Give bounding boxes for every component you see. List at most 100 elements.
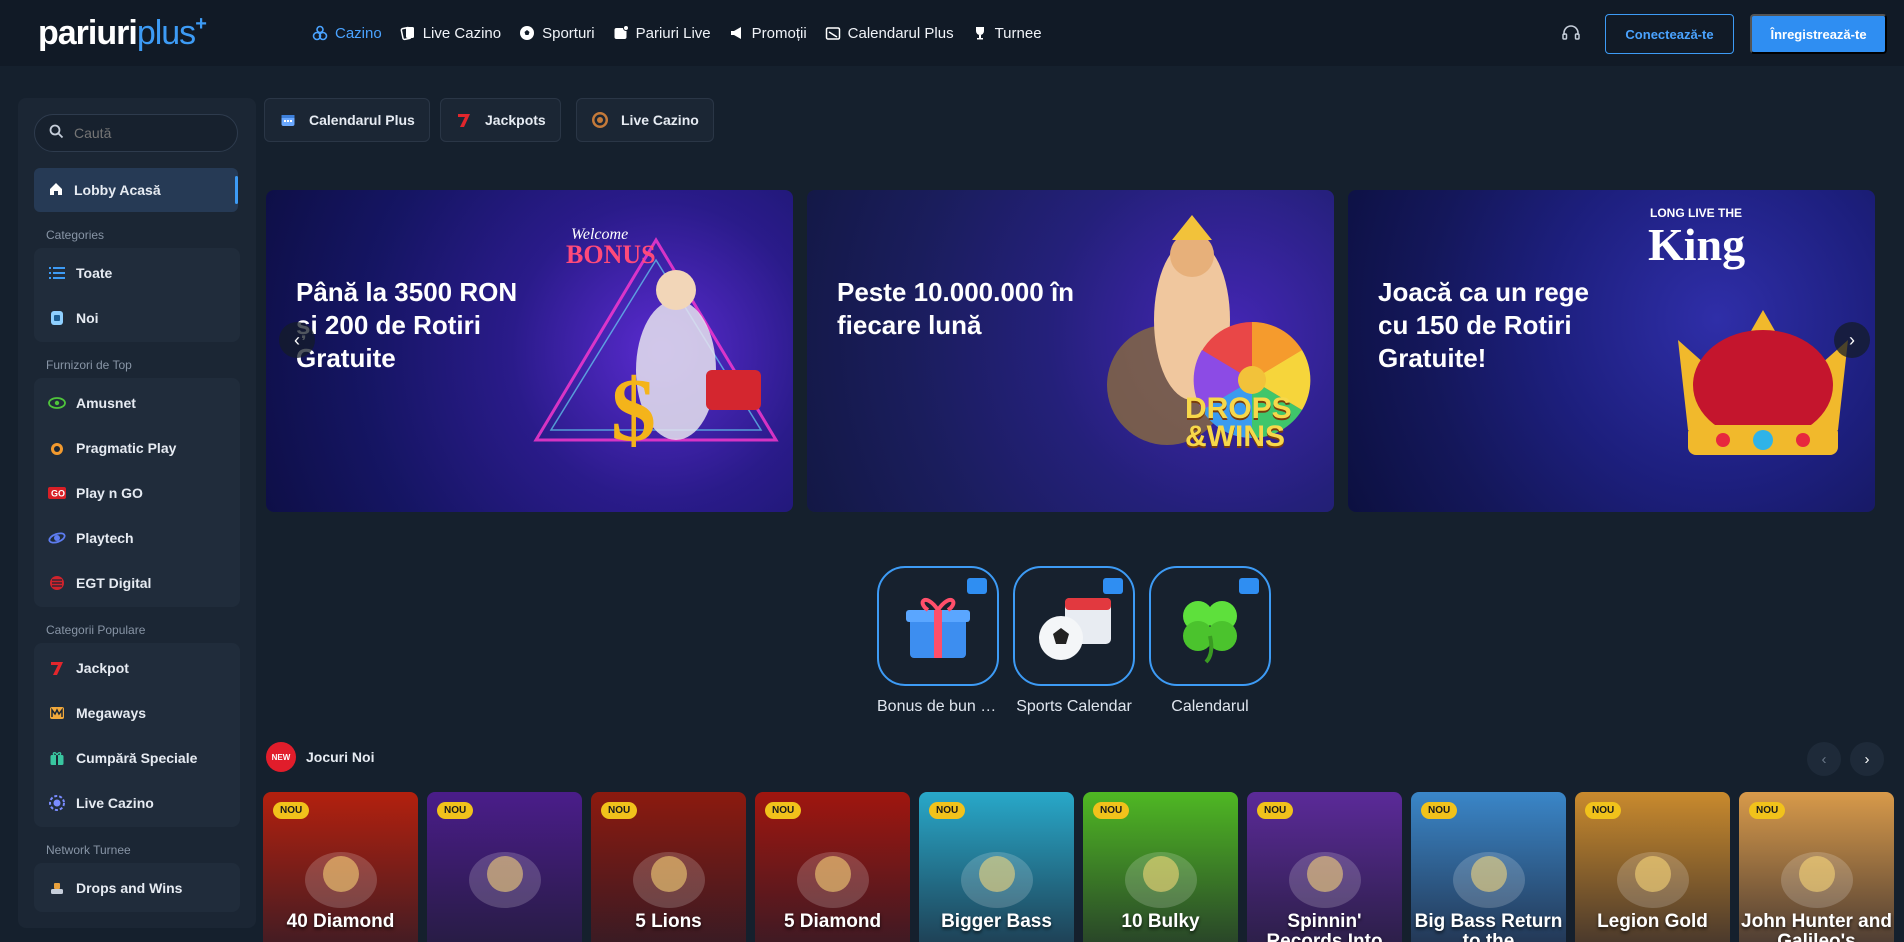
section-title-providers: Furnizori de Top [46, 358, 132, 372]
seven-icon [455, 111, 473, 129]
sidebar-item-label: Playtech [76, 529, 134, 546]
nav-turnee[interactable]: Turnee [972, 25, 1042, 42]
new-tag: NOU [273, 802, 310, 819]
nav-label: Pariuri Live [635, 24, 711, 42]
section-title-categories: Categories [46, 228, 105, 242]
logo-text-plus: plus [136, 14, 196, 52]
nav-promotii[interactable]: Promoții [729, 25, 807, 42]
sidebar-item-playtech[interactable]: Playtech [34, 515, 240, 560]
sidebar-item-pragmatic[interactable]: Pragmatic Play [34, 425, 240, 470]
quick-link-calendarul-plus[interactable]: Calendarul Plus [264, 98, 430, 142]
game-tile[interactable]: NOU 5 Diamond [755, 792, 910, 942]
game-title: Bigger Bass [941, 911, 1052, 932]
sidebar-item-live-cazino[interactable]: Live Cazino [34, 780, 240, 825]
game-title: Legion Gold [1597, 911, 1708, 932]
nav-label: Promoții [751, 24, 807, 42]
sidebar-item-playngo[interactable]: GO Play n GO [34, 470, 240, 515]
register-button[interactable]: Înregistrează-te [1750, 14, 1887, 54]
promo-sports-calendar[interactable]: Sports Calendar [1013, 566, 1135, 716]
sidebar-item-toate[interactable]: Toate [34, 250, 240, 295]
game-art [788, 842, 878, 917]
nav-pariuri-live[interactable]: Pariuri Live [613, 25, 711, 42]
sidebar-item-lobby[interactable]: Lobby Acasă [34, 168, 238, 212]
search-box[interactable] [34, 114, 238, 152]
top-header: pariuri plus + Cazino Live Cazino Sportu… [0, 0, 1904, 66]
sidebar-item-jackpot[interactable]: Jackpot [34, 645, 240, 690]
sidebar-item-label: Play n GO [76, 484, 143, 501]
nav-label: Calendarul Plus [847, 24, 954, 42]
new-tag: NOU [1421, 802, 1458, 819]
soccer-calendar-icon [1039, 598, 1111, 660]
nav-live-cazino[interactable]: Live Cazino [400, 25, 501, 42]
sidebar-item-amusnet[interactable]: Amusnet [34, 380, 240, 425]
quick-link-live-cazino[interactable]: Live Cazino [576, 98, 714, 142]
sidebar-item-label: Pragmatic Play [76, 439, 177, 456]
nav-label: Turnee [994, 24, 1042, 42]
headset-support-icon[interactable] [1560, 22, 1582, 44]
game-tile[interactable]: NOU 10 Bulky [1083, 792, 1238, 942]
game-art [1444, 842, 1534, 917]
carousel-prev-button[interactable]: ‹ [279, 322, 315, 358]
drops-icon [48, 879, 66, 897]
game-tile[interactable]: NOU Legion Gold [1575, 792, 1730, 942]
section-title-network: Network Turnee [46, 843, 131, 857]
promo-banner-drops-wins[interactable]: DROPS &WINS Peste 10.000.000 în fiecare … [807, 190, 1334, 512]
clover-icon [1183, 601, 1237, 664]
game-tile[interactable]: NOU 40 Diamond [263, 792, 418, 942]
popular-group: Jackpot Megaways Cumpără Speciale Live C… [34, 643, 240, 827]
sidebar-item-label: Live Cazino [76, 794, 154, 811]
banner-art: $ [533, 237, 779, 460]
site-logo[interactable]: pariuri plus + [38, 13, 207, 53]
game-tile[interactable]: NOU 5 Lions [591, 792, 746, 942]
game-tile[interactable]: NOU [427, 792, 582, 942]
new-tag: NOU [929, 802, 966, 819]
sidebar-item-egt[interactable]: EGT Digital [34, 560, 240, 605]
gift-box-icon [906, 597, 970, 658]
quick-link-label: Live Cazino [621, 112, 699, 128]
quick-link-jackpots[interactable]: Jackpots [440, 98, 561, 142]
game-title: 10 Bulky [1121, 911, 1200, 932]
promo-bonus[interactable]: Bonus de bun v... [877, 566, 999, 716]
pragmatic-icon [48, 439, 66, 457]
game-tile[interactable]: NOU Big Bass Return to the [1411, 792, 1566, 942]
games-prev-button[interactable]: ‹ [1807, 742, 1841, 776]
section-title: Jocuri Noi [306, 749, 375, 765]
search-input[interactable] [74, 125, 224, 141]
login-button[interactable]: Conectează-te [1605, 14, 1734, 54]
carousel-next-button[interactable]: › [1834, 322, 1870, 358]
sidebar-item-cumpara[interactable]: Cumpără Speciale [34, 735, 240, 780]
nav-label: Cazino [335, 24, 382, 42]
sidebar-item-drops-and-wins[interactable]: Drops and Wins [34, 865, 240, 910]
playtech-icon [48, 529, 66, 547]
sidebar-item-label: EGT Digital [76, 574, 152, 591]
soccer-ball-icon [519, 25, 535, 41]
new-tag: NOU [1257, 802, 1294, 819]
svg-text:GO: GO [51, 488, 65, 498]
quick-link-label: Jackpots [485, 112, 546, 128]
new-tag: NOU [765, 802, 802, 819]
trophy-icon [972, 25, 988, 41]
games-next-button[interactable]: › [1850, 742, 1884, 776]
game-tile[interactable]: NOU Bigger Bass [919, 792, 1074, 942]
sidebar-item-label: Noi [76, 309, 99, 326]
chevron-left-icon: ‹ [294, 329, 300, 350]
megaways-icon [48, 704, 66, 722]
nav-calendarul-plus[interactable]: Calendarul Plus [825, 25, 954, 42]
promo-banner-welcome-bonus[interactable]: $ Welcome BONUS Până la 3500 RON și 200 … [266, 190, 793, 512]
game-tile[interactable]: NOU Spinnin' Records Into [1247, 792, 1402, 942]
sidebar-item-label: Drops and Wins [76, 879, 183, 896]
sidebar-item-noi[interactable]: Noi [34, 295, 240, 340]
game-tile[interactable]: NOU John Hunter and Galileo's [1739, 792, 1894, 942]
calendar-icon [825, 25, 841, 41]
nav-sporturi[interactable]: Sporturi [519, 25, 595, 42]
sidebar-item-label: Amusnet [76, 394, 136, 411]
promo-calendarul[interactable]: Calendarul [1149, 566, 1271, 716]
promo-banner-king[interactable]: LONG LIVE THE King Joacă ca un rege cu 1… [1348, 190, 1875, 512]
promo-circle [1149, 566, 1271, 686]
nav-cazino[interactable]: Cazino [312, 25, 382, 42]
providers-group: Amusnet Pragmatic Play GO Play n GO Play… [34, 378, 240, 607]
logo-text-pariuri: pariuri [38, 14, 138, 52]
calendar-badge-icon [1239, 578, 1259, 594]
sidebar-item-megaways[interactable]: Megaways [34, 690, 240, 735]
new-tag: NOU [1093, 802, 1130, 819]
